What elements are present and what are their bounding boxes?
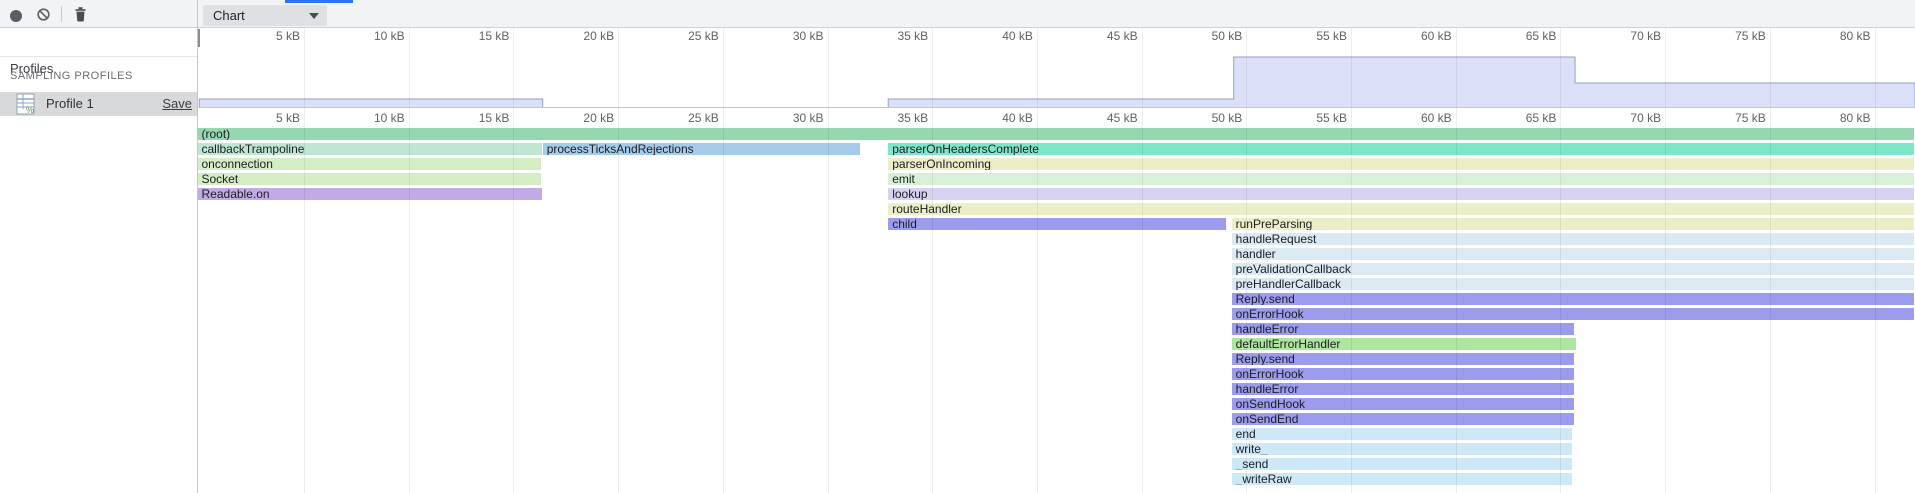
ruler-tick-label: 5 kB xyxy=(238,111,300,125)
ruler-tick-label: 60 kB xyxy=(1390,111,1452,125)
flame-frame[interactable]: emit xyxy=(888,173,1914,186)
flame-frame[interactable]: parserOnHeadersComplete xyxy=(888,143,1914,156)
view-mode-value: Chart xyxy=(213,5,245,26)
ruler-tick-label: 80 kB xyxy=(1809,111,1871,125)
flame-frame[interactable]: onSendEnd xyxy=(1232,413,1574,426)
flame-frame[interactable]: onconnection xyxy=(198,158,541,171)
flame-frame[interactable]: handleError xyxy=(1232,383,1574,396)
ruler-tick-label: 40 kB xyxy=(971,111,1033,125)
overview-flame-divider xyxy=(197,107,1915,108)
flame-frame[interactable]: write_ xyxy=(1232,443,1572,456)
ruler-tick-label: 25 kB xyxy=(657,111,719,125)
flame-frame[interactable]: handleError xyxy=(1232,323,1574,336)
flame-frame[interactable]: routeHandler xyxy=(888,203,1914,216)
flame-frame[interactable]: parserOnIncoming xyxy=(888,158,1914,171)
block-icon[interactable] xyxy=(37,8,50,21)
sidebar-divider xyxy=(0,56,197,57)
flame-frame[interactable]: runPreParsing xyxy=(1232,218,1914,231)
profiles-sidebar: Profiles SAMPLING PROFILES % Profile 1 S… xyxy=(0,28,197,493)
profile-name: Profile 1 xyxy=(46,96,94,111)
sampling-profiles-section-label: SAMPLING PROFILES xyxy=(10,70,133,82)
active-tab-underline xyxy=(285,0,353,3)
profile-list-item[interactable]: % Profile 1 Save xyxy=(0,92,197,116)
flame-frame[interactable]: Socket xyxy=(198,173,541,186)
ruler-tick-label: 35 kB xyxy=(866,111,928,125)
ruler-tick-label: 45 kB xyxy=(1076,111,1138,125)
flame-frame[interactable]: callbackTrampoline xyxy=(198,143,542,156)
ruler-tick-label: 10 kB xyxy=(343,111,405,125)
ruler-tick-label: 55 kB xyxy=(1285,111,1347,125)
svg-text:%: % xyxy=(26,105,34,115)
ruler-tick-label: 75 kB xyxy=(1704,111,1766,125)
flame-frame[interactable]: onSendHook xyxy=(1232,398,1574,411)
profile-table-icon: % xyxy=(16,93,37,115)
flame-frame[interactable]: _writeRaw xyxy=(1232,473,1572,486)
ruler-tick-label: 65 kB xyxy=(1494,111,1556,125)
flame-frame[interactable]: lookup xyxy=(888,188,1914,201)
devtools-memory-panel: Chart Profiles SAMPLING PROFILES % Profi… xyxy=(0,0,1915,493)
flame-frame[interactable]: handleRequest xyxy=(1232,233,1914,246)
overview-left-handle[interactable] xyxy=(198,29,200,47)
ruler-tick-label: 70 kB xyxy=(1599,111,1661,125)
flame-frame[interactable]: onErrorHook xyxy=(1232,368,1574,381)
toolbar-divider xyxy=(61,6,62,22)
flame-frame[interactable]: onErrorHook xyxy=(1232,308,1914,321)
chevron-down-icon xyxy=(309,13,319,19)
ruler-tick-label: 20 kB xyxy=(552,111,614,125)
record-icon[interactable] xyxy=(10,10,22,22)
flame-frame[interactable]: child xyxy=(888,218,1226,231)
ruler-tick-label: 50 kB xyxy=(1180,111,1242,125)
ruler-tick-label: 15 kB xyxy=(447,111,509,125)
trash-icon[interactable] xyxy=(74,6,87,22)
toolbar: Chart xyxy=(0,0,1915,28)
flame-frame[interactable]: Reply.send xyxy=(1232,353,1574,366)
flame-frame[interactable]: defaultErrorHandler xyxy=(1232,338,1577,351)
flame-frame[interactable]: processTicksAndRejections xyxy=(543,143,860,156)
ruler-tick-label: 30 kB xyxy=(762,111,824,125)
memory-overview-pane[interactable] xyxy=(197,27,1915,107)
flame-frame[interactable]: Reply.send xyxy=(1232,293,1914,306)
view-mode-select[interactable]: Chart xyxy=(203,5,327,26)
flame-frame[interactable]: end xyxy=(1232,428,1572,441)
flame-frame[interactable]: preHandlerCallback xyxy=(1232,278,1914,291)
flame-frame[interactable]: handler xyxy=(1232,248,1914,261)
save-profile-link[interactable]: Save xyxy=(162,96,192,111)
flame-frame[interactable]: Readable.on xyxy=(198,188,542,201)
flame-frame[interactable]: preValidationCallback xyxy=(1232,263,1914,276)
flame-frame[interactable]: _send xyxy=(1232,458,1572,471)
flame-frame[interactable]: (root) xyxy=(198,128,1915,141)
